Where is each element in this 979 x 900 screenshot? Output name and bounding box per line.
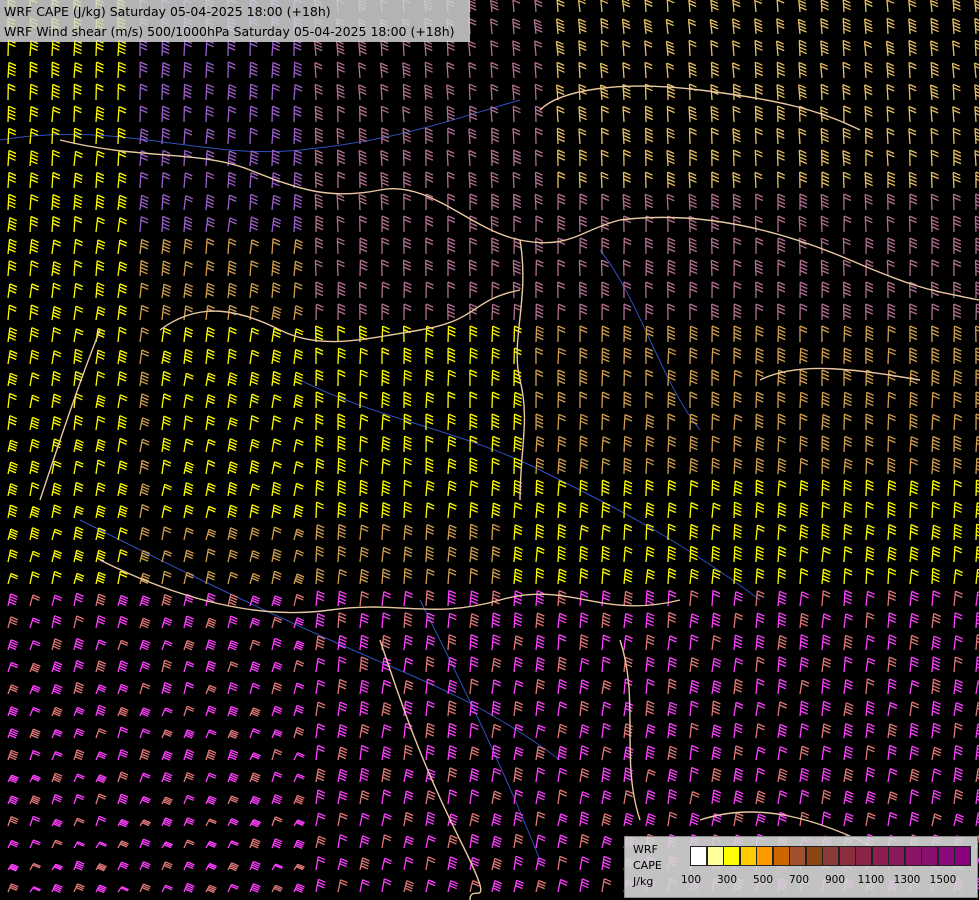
legend-swatch: [772, 846, 790, 866]
legend-tick-label: 700: [788, 874, 810, 886]
legend-swatch: [789, 846, 806, 866]
wind-shear-map: [0, 0, 979, 900]
wind-shear-title: WRF Wind shear (m/s) 500/1000hPa Saturda…: [4, 24, 455, 39]
legend-swatch: [954, 846, 971, 866]
cape-legend: WRF CAPE J/kg 100 300 500 700 900 1100 1300 150…: [624, 836, 978, 898]
legend-swatch: [739, 846, 757, 866]
legend-swatch: [855, 846, 872, 866]
legend-tick-label: 300: [716, 874, 738, 886]
legend-label-unit: J/kg: [633, 875, 654, 888]
legend-label-wrf: WRF: [633, 843, 658, 856]
cape-title: WRF CAPE (J/kg) Saturday 05-04-2025 18:0…: [4, 4, 331, 19]
legend-swatch: [921, 846, 938, 866]
map-title-box: WRF CAPE (J/kg) Saturday 05-04-2025 18:0…: [0, 0, 470, 42]
legend-swatch: [805, 846, 823, 866]
legend-tick-label: 1300: [893, 874, 921, 886]
legend-swatch: [690, 846, 707, 866]
legend-tick-label: 1100: [857, 874, 885, 886]
legend-swatch: [723, 846, 740, 866]
legend-swatch: [888, 846, 905, 866]
legend-tick-label: 900: [824, 874, 846, 886]
legend-tick-label: 500: [752, 874, 774, 886]
legend-tick-label: 1500: [929, 874, 957, 886]
legend-swatch: [756, 846, 773, 866]
legend-swatch: [822, 846, 839, 866]
legend-tick-label: 100: [680, 874, 702, 886]
legend-swatch: [904, 846, 922, 866]
legend-swatch: [838, 846, 856, 866]
legend-label-cape: CAPE: [633, 859, 662, 872]
legend-swatch: [871, 846, 889, 866]
legend-swatch: [937, 846, 955, 866]
legend-swatch: [706, 846, 724, 866]
